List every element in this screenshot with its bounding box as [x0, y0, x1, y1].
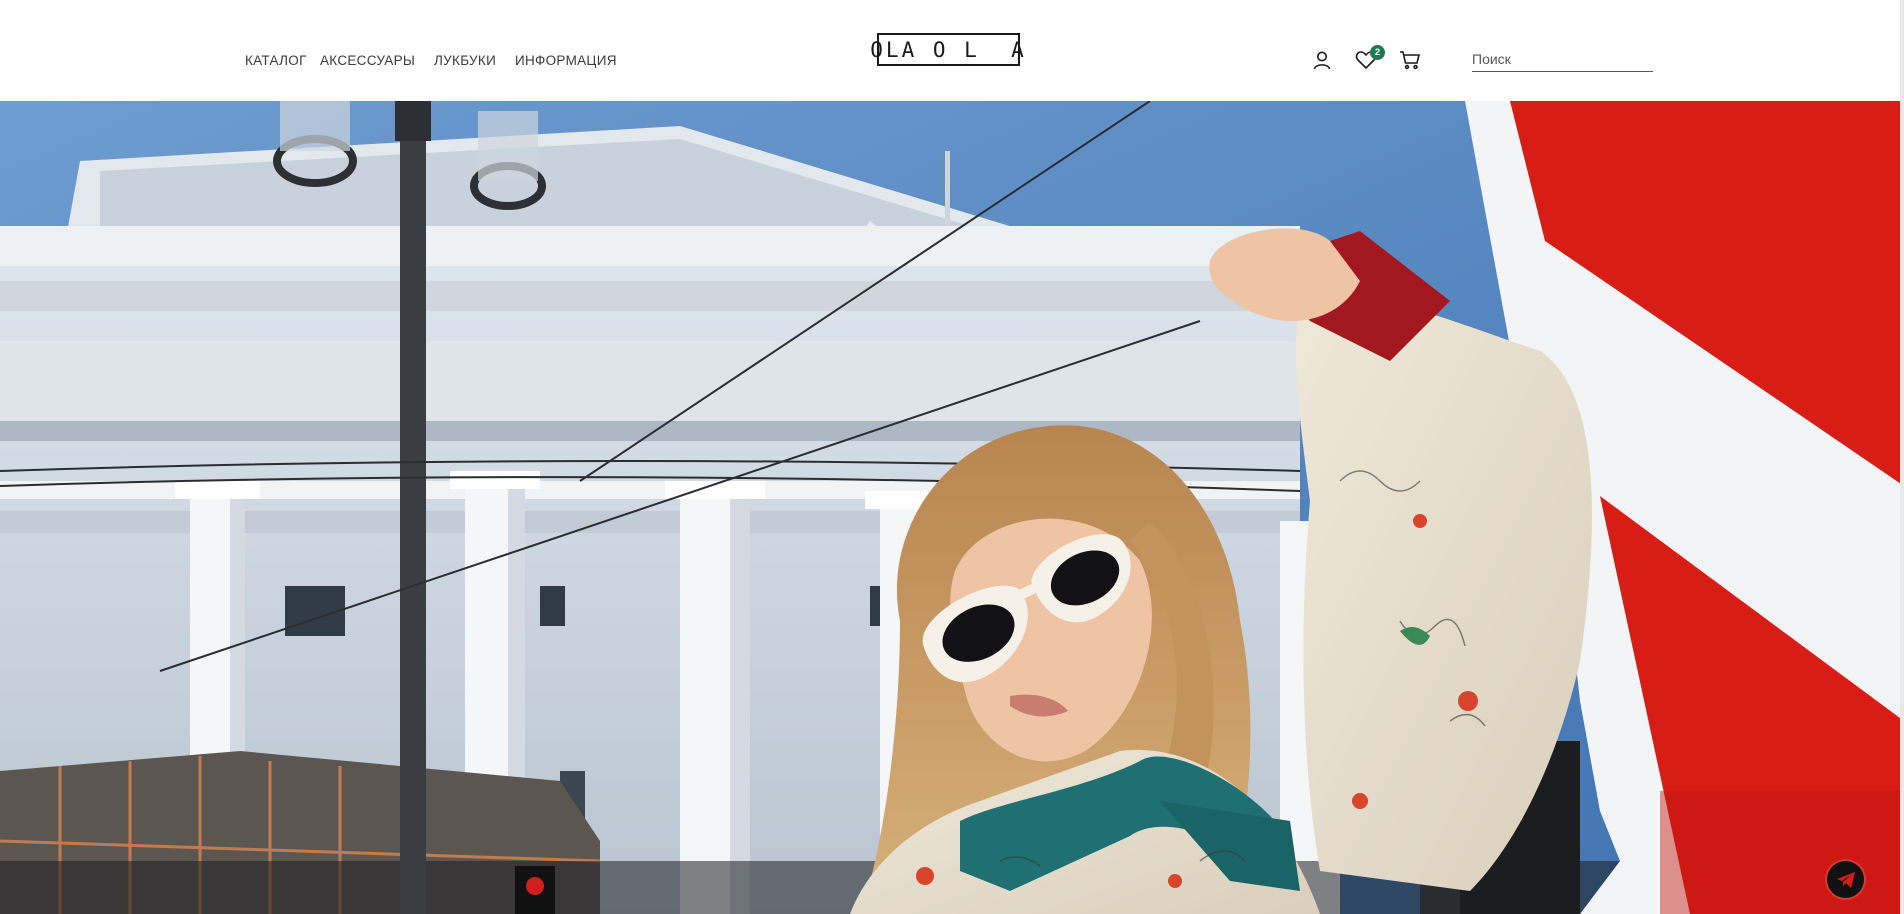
page-scrollbar[interactable]: [1900, 0, 1904, 914]
hero-banner: [0, 101, 1904, 914]
search-field: [1472, 48, 1653, 72]
cart-icon[interactable]: [1398, 48, 1422, 72]
nav-item-lookbooks[interactable]: ЛУКБУКИ: [434, 53, 496, 68]
site-header: КАТАЛОГ АКСЕССУАРЫ ЛУКБУКИ ИНФОРМАЦИЯ OL…: [0, 0, 1904, 101]
telegram-icon[interactable]: [1827, 861, 1864, 898]
nav-item-accessories[interactable]: АКСЕССУАРЫ: [320, 53, 415, 68]
hero-photo: [0, 101, 1904, 914]
nav-item-information[interactable]: ИНФОРМАЦИЯ: [515, 53, 617, 68]
nav-item-catalog[interactable]: КАТАЛОГ: [245, 53, 307, 68]
search-input[interactable]: [1472, 48, 1653, 70]
user-icon[interactable]: [1310, 48, 1334, 72]
favorites-count-badge: 2: [1370, 45, 1385, 60]
site-logo[interactable]: OLA O L A: [870, 33, 1024, 66]
